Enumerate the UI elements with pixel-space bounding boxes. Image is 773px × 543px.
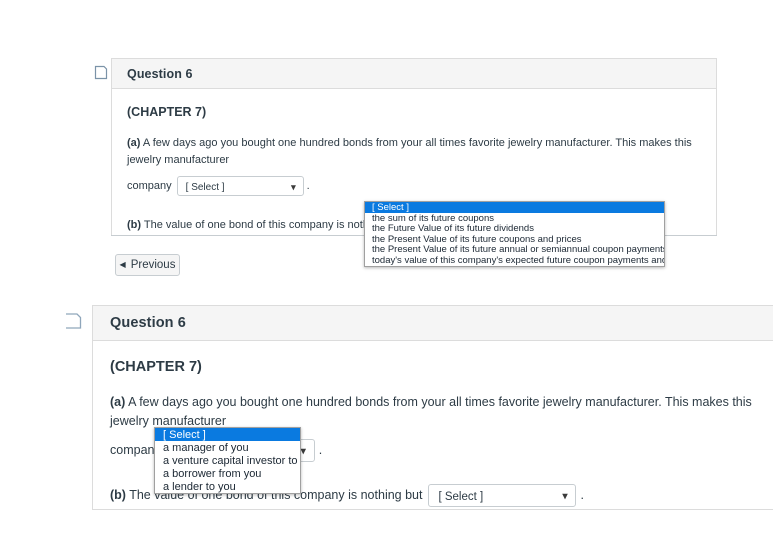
select-b-dropdown[interactable]: [ Select ] ▾ xyxy=(428,483,577,507)
question-panel-1-header: Question 6 xyxy=(112,59,716,89)
select-a-dropdown[interactable]: [ Select ] ▾ xyxy=(176,176,304,197)
part-a-leadin: company xyxy=(127,180,172,192)
option-item[interactable]: the Future Value of its future dividends xyxy=(365,223,664,234)
part-a-label: (a) xyxy=(110,395,126,409)
question-part-a: (a) A few days ago you bought one hundre… xyxy=(127,135,701,169)
part-a-label: (a) xyxy=(127,137,141,149)
select-a-value: [ Select ] xyxy=(185,182,225,194)
option-item[interactable]: the sum of its future coupons xyxy=(365,213,664,224)
option-item[interactable]: a borrower from you xyxy=(155,467,300,480)
option-item[interactable]: today's value of this company's expected… xyxy=(365,255,664,266)
bookmark-outline-icon-svg xyxy=(94,65,108,80)
chevron-down-icon: ▾ xyxy=(300,445,306,457)
part-a-text: A few days ago you bought one hundred bo… xyxy=(110,395,752,429)
option-item[interactable]: [ Select ] xyxy=(365,202,664,213)
chapter-label: (CHAPTER 7) xyxy=(110,359,202,375)
chapter-label: (CHAPTER 7) xyxy=(127,105,207,119)
question-part-a: (a) A few days ago you bought one hundre… xyxy=(110,393,773,432)
option-item[interactable]: the Present Value of its future annual o… xyxy=(365,244,664,255)
option-item[interactable]: a lender to you xyxy=(155,480,300,493)
part-b-label: (b) xyxy=(127,219,142,231)
chevron-down-icon: ▾ xyxy=(562,490,568,502)
option-item[interactable]: the Present Value of its future coupons … xyxy=(365,234,664,245)
question-part-a-line2: company [ Select ] ▾ . xyxy=(127,176,701,197)
question-panel-2-header: Question 6 xyxy=(93,306,773,341)
option-item[interactable]: a venture capital investor to xyxy=(155,454,300,467)
bookmark-outline-icon-svg xyxy=(61,313,82,329)
select-a-option-list[interactable]: [ Select ] a manager of you a venture ca… xyxy=(154,427,301,494)
part-a-text: A few days ago you bought one hundred bo… xyxy=(127,137,692,167)
bookmark-outline-icon[interactable] xyxy=(94,65,108,80)
part-a-trailing: . xyxy=(318,442,323,457)
select-b-value: [ Select ] xyxy=(438,490,484,503)
part-b-label: (b) xyxy=(110,487,126,502)
part-a-trailing: . xyxy=(306,180,310,192)
previous-button[interactable]: ◀ Previous xyxy=(115,254,180,276)
triangle-left-icon: ◀ xyxy=(119,260,126,269)
option-item[interactable]: a manager of you xyxy=(155,441,300,454)
question-title: Question 6 xyxy=(110,315,186,331)
part-b-trailing: . xyxy=(580,487,584,502)
previous-button-label: Previous xyxy=(130,259,176,271)
bookmark-outline-icon[interactable] xyxy=(61,312,83,330)
question-title: Question 6 xyxy=(127,66,193,81)
option-item[interactable]: [ Select ] xyxy=(155,428,300,441)
chevron-down-icon: ▾ xyxy=(291,182,296,193)
select-b-option-list[interactable]: [ Select ] the sum of its future coupons… xyxy=(364,201,665,267)
